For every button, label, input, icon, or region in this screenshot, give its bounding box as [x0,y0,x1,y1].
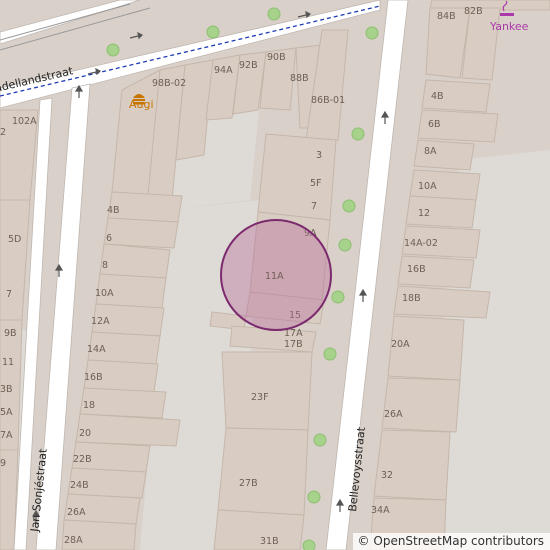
house-number: 4B [431,91,444,102]
house-number: 7 [311,201,317,212]
house-number: 26A [384,409,403,420]
house-number: 28A [64,535,83,546]
house-number: 11 [2,357,14,368]
tree-icon [365,26,379,40]
house-number: 8A [424,146,437,157]
house-number: 94A [214,65,233,76]
house-number: 16B [84,372,103,383]
house-number: 26A [67,507,86,518]
attribution-link[interactable]: OpenStreetMap contributors [373,534,544,548]
house-number: 5F [310,178,322,189]
house-number: 90B [267,52,286,63]
house-number: 92B [239,60,258,71]
house-number: 18B [402,293,421,304]
house-number: 6B [428,119,441,130]
house-number: 4B [107,205,120,216]
house-number: 84B [437,11,456,22]
house-number: 5D [8,234,21,245]
house-number: 12A [91,316,110,327]
house-number: 22B [73,454,92,465]
house-number: 20 [79,428,91,439]
house-number: 102A [12,116,37,127]
house-number: 82B [464,6,483,17]
location-marker[interactable]: 11A [220,219,332,331]
tree-icon [323,347,337,361]
copyright-symbol: © [357,534,370,548]
attribution: © OpenStreetMap contributors [352,533,550,550]
tree-icon [338,238,352,252]
marker-label: 11A [265,271,284,282]
house-number: 2 [0,127,6,138]
house-number: 98B-02 [152,78,186,89]
house-number: 32 [381,470,393,481]
tree-icon [206,25,220,39]
house-number: 10A [95,288,114,299]
poi-label-augi: Augi [129,98,154,111]
house-number: 23F [251,392,269,403]
tree-icon [331,290,345,304]
house-number: 9B [4,328,17,339]
tree-icon [106,43,120,57]
tree-icon [351,127,365,141]
poi-label-yankee: Yankee [489,20,529,33]
house-number: 10A [418,181,437,192]
house-number: 12 [418,208,430,219]
tree-icon [302,539,316,550]
tree-icon [307,490,321,504]
house-number: 27B [239,478,258,489]
house-number: 24B [70,480,89,491]
house-number: 18 [83,400,95,411]
house-number: 5A [0,407,13,418]
tree-icon [267,7,281,21]
house-number: 14A-02 [404,238,438,249]
house-number: 34A [371,505,390,516]
house-number: 3 [316,150,322,161]
house-number: 17B [284,339,303,350]
house-number: 3B [0,384,13,395]
house-number: 31B [260,536,279,547]
house-number: 20A [391,339,410,350]
house-number: 6 [106,233,112,244]
house-number: 16B [407,264,426,275]
house-number: 8 [102,260,108,271]
house-number: 7A [0,430,13,441]
house-number: 7 [6,289,12,300]
house-number: 9 [0,458,6,469]
house-number: 86B-01 [311,95,345,106]
tree-icon [313,433,327,447]
house-number: 14A [87,344,106,355]
house-number: 88B [290,73,309,84]
map-canvas[interactable]: 98B-02 94A 92B 90B 88B 86B-01 102A 2 5D … [0,0,550,550]
tree-icon [342,199,356,213]
